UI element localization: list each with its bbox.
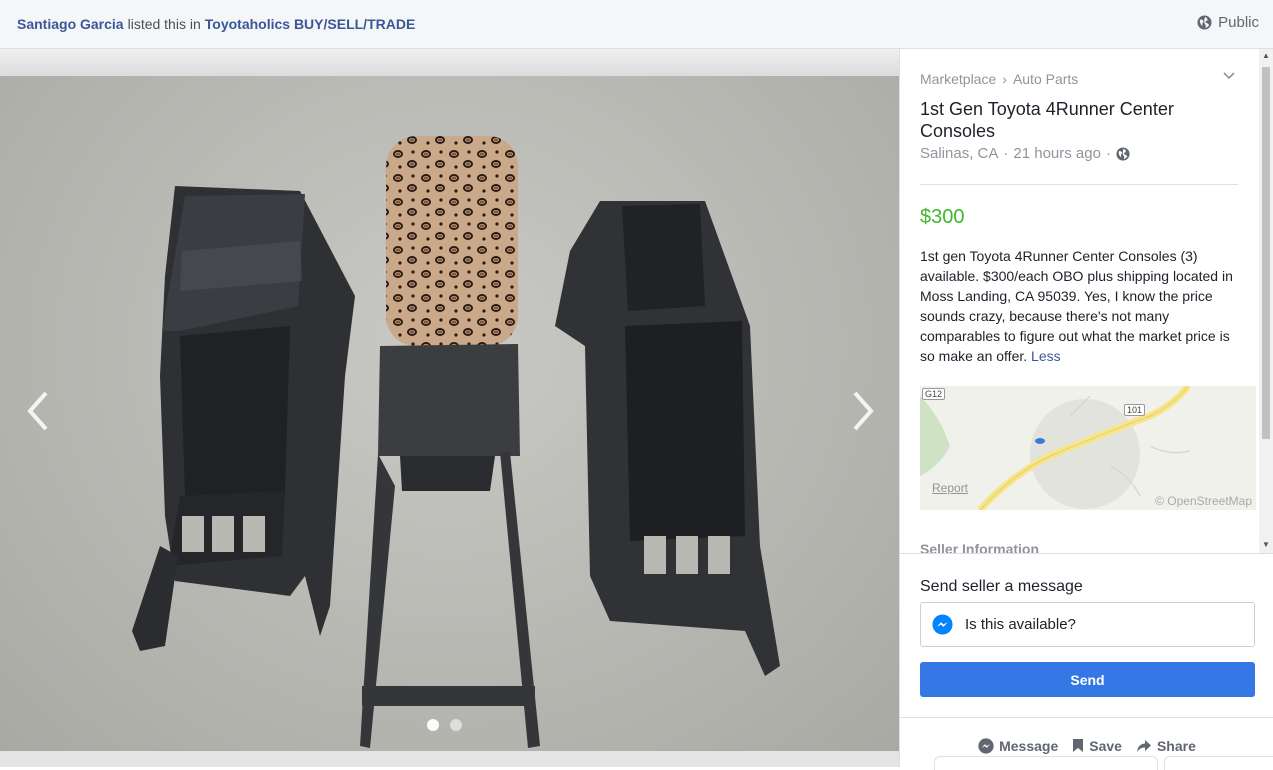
route-badge-g12: G12 xyxy=(922,388,946,400)
map-report-link[interactable]: Report xyxy=(932,481,968,495)
divider xyxy=(920,184,1238,185)
share-arrow-icon xyxy=(1136,739,1151,752)
listing-title: 1st Gen Toyota 4Runner Center Consoles xyxy=(920,99,1174,141)
listing-meta: Salinas, CA · 21 hours ago · xyxy=(920,145,1130,162)
meta-separator: · xyxy=(1105,145,1111,162)
listing-description: 1st gen Toyota 4Runner Center Consoles (… xyxy=(920,246,1238,366)
next-photo-button[interactable] xyxy=(847,389,877,433)
bookmark-icon xyxy=(1073,739,1084,752)
listing-location[interactable]: Salinas, CA xyxy=(920,145,998,162)
photo-gallery xyxy=(0,49,899,767)
center-consoles-image xyxy=(132,136,780,748)
post-header: Santiago Garcia listed this in Toyotahol… xyxy=(0,0,1273,49)
privacy-indicator[interactable]: Public xyxy=(1197,14,1259,31)
related-card-edge xyxy=(934,756,1158,770)
scroll-down-arrow[interactable]: ▼ xyxy=(1262,541,1270,549)
scroll-up-arrow[interactable]: ▲ xyxy=(1262,52,1270,60)
photo-dot-2[interactable] xyxy=(450,719,462,731)
seller-information-heading: Seller Information xyxy=(920,541,1040,553)
send-button[interactable]: Send xyxy=(920,662,1255,697)
message-section-label: Send seller a message xyxy=(920,578,1083,595)
listing-time: 21 hours ago xyxy=(1013,145,1101,162)
map-graphic xyxy=(920,386,1256,510)
listing-price: $300 xyxy=(920,206,965,228)
meta-separator: · xyxy=(1003,145,1009,162)
share-action-button[interactable]: Share xyxy=(1136,738,1196,754)
listing-details-panel: Marketplace › Auto Parts 1st Gen Toyota … xyxy=(899,49,1273,770)
route-badge-101: 101 xyxy=(1124,404,1146,416)
related-card-edge xyxy=(1164,756,1273,770)
messenger-icon xyxy=(932,614,953,635)
photo-top-band xyxy=(0,49,899,76)
description-text: 1st gen Toyota 4Runner Center Consoles (… xyxy=(920,248,1233,364)
privacy-label: Public xyxy=(1218,14,1259,31)
save-action-label: Save xyxy=(1089,737,1122,754)
chevron-down-icon xyxy=(1223,72,1235,80)
location-map[interactable]: G12 101 Report © OpenStreetMap xyxy=(920,386,1256,510)
panel-scrollbar[interactable]: ▲ ▼ xyxy=(1259,49,1273,553)
collapse-button[interactable] xyxy=(1223,69,1235,83)
less-link[interactable]: Less xyxy=(1031,348,1061,364)
scroll-thumb[interactable] xyxy=(1262,67,1270,439)
group-name-link[interactable]: Toyotaholics BUY/SELL/TRADE xyxy=(205,16,416,32)
breadcrumb: Marketplace › Auto Parts xyxy=(920,71,1078,87)
seller-name-link[interactable]: Santiago Garcia xyxy=(17,16,124,32)
chevron-right-icon xyxy=(853,391,874,431)
messenger-icon xyxy=(978,737,994,754)
breadcrumb-marketplace[interactable]: Marketplace xyxy=(920,71,996,87)
breadcrumb-auto-parts[interactable]: Auto Parts xyxy=(1013,71,1078,87)
message-action-label: Message xyxy=(999,737,1059,754)
message-seller-section: Send seller a message Is this available?… xyxy=(900,553,1273,717)
listing-details-scroll[interactable]: Marketplace › Auto Parts 1st Gen Toyota … xyxy=(900,49,1273,553)
globe-icon xyxy=(1197,15,1212,30)
listing-photo[interactable] xyxy=(0,76,899,751)
photo-bottom-band xyxy=(0,751,899,767)
save-action-button[interactable]: Save xyxy=(1072,738,1122,754)
photo-pagination xyxy=(427,719,462,731)
share-action-label: Share xyxy=(1156,737,1196,754)
previous-photo-button[interactable] xyxy=(24,389,54,433)
globe-icon xyxy=(1116,146,1130,161)
message-input-text: Is this available? xyxy=(965,616,1076,633)
photo-dot-1[interactable] xyxy=(427,719,439,731)
message-action-button[interactable]: Message xyxy=(978,738,1058,754)
chevron-left-icon xyxy=(27,391,48,431)
breadcrumb-separator: › xyxy=(1002,71,1007,87)
map-attribution[interactable]: © OpenStreetMap xyxy=(1155,494,1252,508)
listed-text: listed this in xyxy=(127,16,201,32)
message-input[interactable]: Is this available? xyxy=(920,602,1255,647)
